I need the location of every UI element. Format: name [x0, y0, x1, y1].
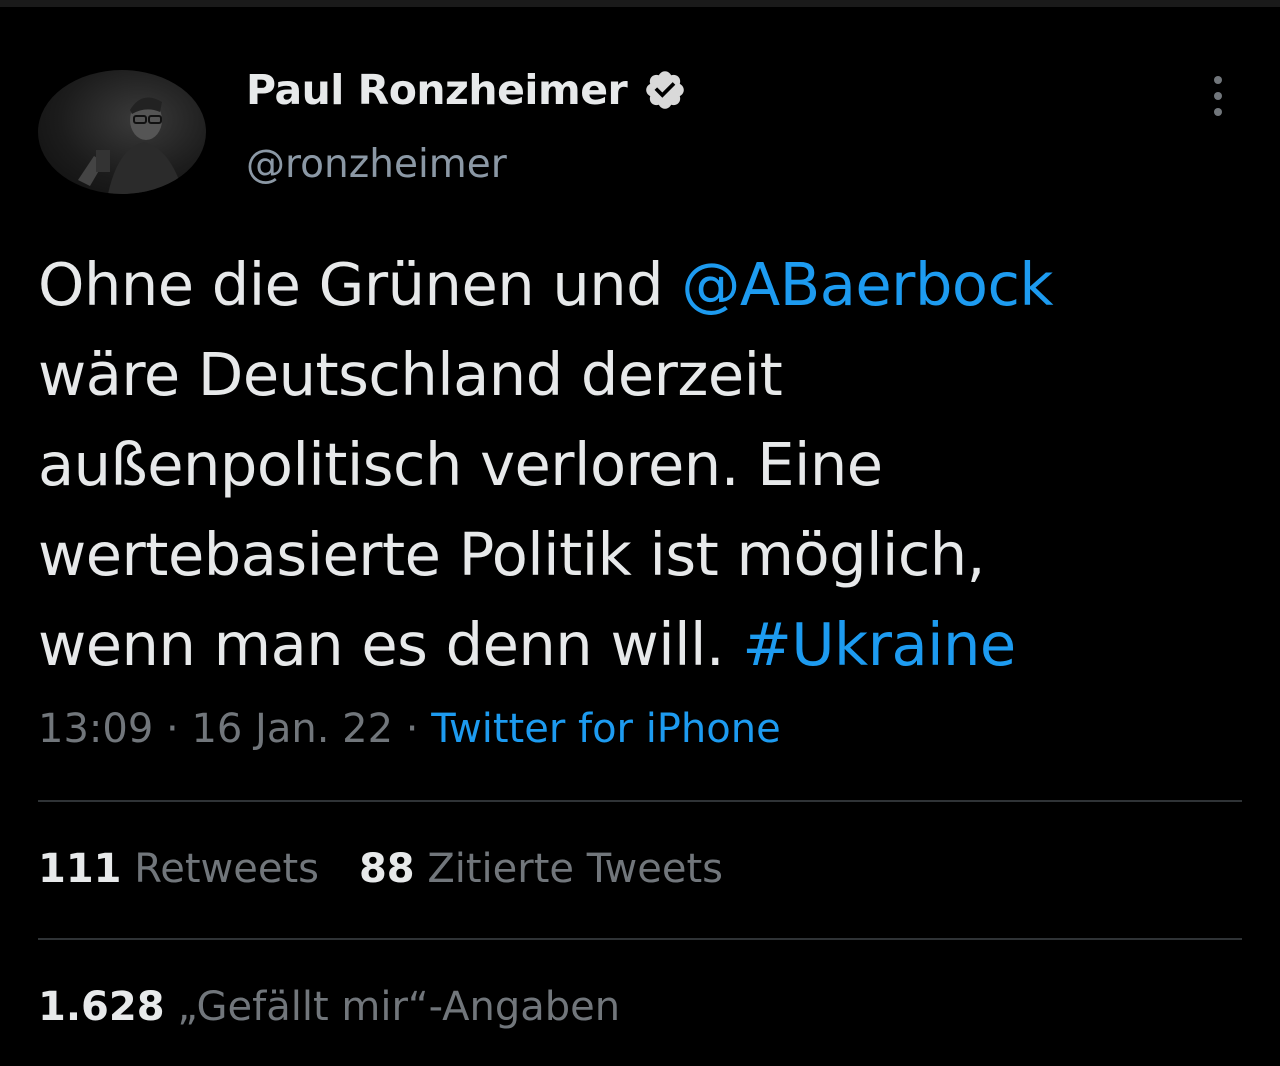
display-name-text: Paul Ronzheimer [246, 66, 628, 114]
tweet-line: wäre Deutschland derzeit [38, 330, 1238, 420]
avatar-photo [78, 97, 184, 194]
divider [38, 938, 1242, 940]
verified-badge-icon [646, 71, 685, 109]
stats-row: 111 Retweets 88 Zitierte Tweets [38, 846, 723, 892]
retweets-label: Retweets [134, 846, 319, 892]
quote-tweets-count: 88 [358, 846, 415, 892]
avatar[interactable] [38, 70, 206, 194]
tweet-text-segment: außenpolitisch verloren. Eine [38, 430, 883, 499]
retweets-stat[interactable]: 111 Retweets [38, 846, 319, 892]
tweet-time[interactable]: 13:09 [38, 706, 153, 752]
tweet-text-segment: wertebasierte Politik ist möglich, [38, 520, 985, 589]
handle[interactable]: @ronzheimer [246, 142, 507, 187]
tweet-source-link[interactable]: Twitter for iPhone [431, 706, 781, 752]
tweet-text-segment: wenn man es denn will. [38, 610, 743, 679]
quote-tweets-label: Zitierte Tweets [427, 846, 724, 892]
tweet-meta: 13:09 · 16 Jan. 22 · Twitter for iPhone [38, 706, 781, 752]
meta-separator: · [166, 706, 179, 752]
meta-separator: · [405, 706, 419, 752]
retweets-count: 111 [38, 846, 122, 892]
tweet-line: wertebasierte Politik ist möglich, [38, 510, 1238, 600]
top-divider [0, 0, 1280, 7]
tweet-text: Ohne die Grünen und @ABaerbock wäre Deut… [38, 240, 1238, 690]
more-options-icon[interactable] [1200, 68, 1236, 124]
tweet-text-segment: Ohne die Grünen und [38, 250, 682, 319]
mention-link[interactable]: @ABaerbock [681, 250, 1053, 319]
likes-stat[interactable]: 1.628 „Gefällt mir“-Angaben [38, 984, 620, 1030]
tweet-line: außenpolitisch verloren. Eine [38, 420, 1238, 510]
quote-tweets-stat[interactable]: 88 Zitierte Tweets [359, 846, 723, 892]
tweet-text-segment: wäre Deutschland derzeit [38, 340, 783, 409]
likes-row: 1.628 „Gefällt mir“-Angaben [38, 984, 620, 1030]
likes-label: „Gefällt mir“-Angaben [177, 984, 621, 1030]
tweet-line: wenn man es denn will. #Ukraine [38, 600, 1238, 690]
display-name[interactable]: Paul Ronzheimer [246, 66, 687, 114]
tweet-date[interactable]: 16 Jan. 22 [191, 706, 393, 752]
tweet-line: Ohne die Grünen und @ABaerbock [38, 240, 1238, 330]
likes-count: 1.628 [38, 984, 165, 1030]
hashtag-link[interactable]: #Ukraine [742, 610, 1016, 679]
divider [38, 800, 1242, 802]
